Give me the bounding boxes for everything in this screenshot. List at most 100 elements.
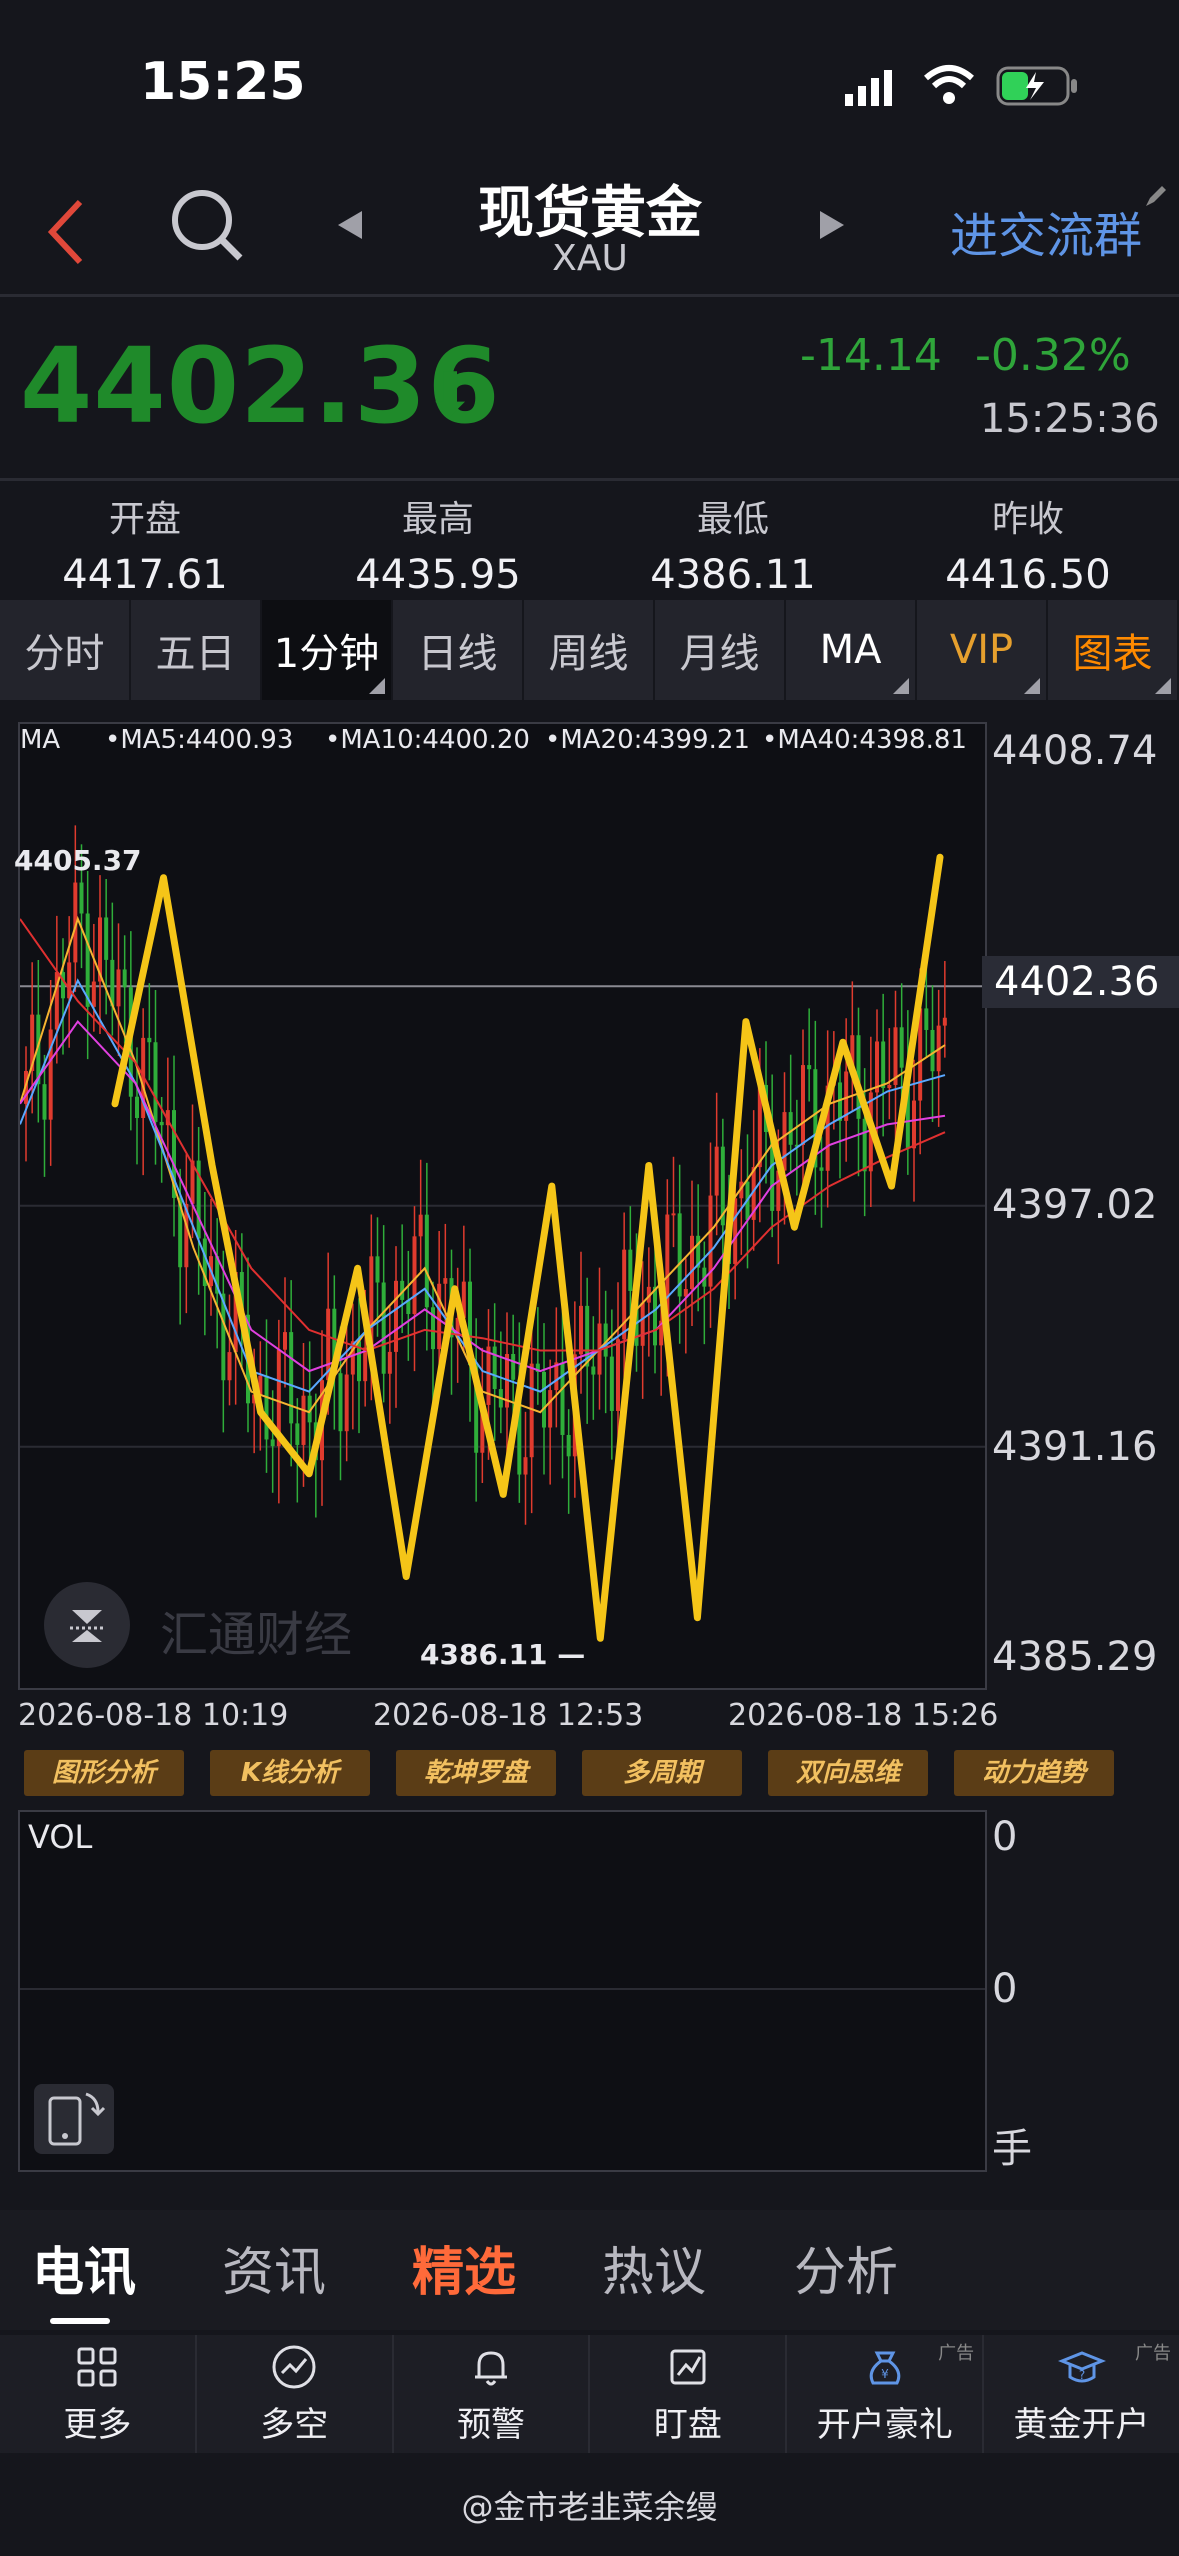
candle-body	[616, 1339, 620, 1411]
stat-high: 最高 4435.95	[303, 490, 573, 598]
chevron-left-icon	[47, 199, 83, 265]
tab-chart-menu[interactable]: 图表	[1048, 600, 1179, 700]
alert-button[interactable]: 预警	[394, 2335, 591, 2453]
candle-body	[61, 972, 65, 999]
tab-monthly[interactable]: 月线	[655, 600, 786, 700]
grid-icon	[77, 2347, 117, 2386]
candle-body	[628, 1249, 633, 1291]
tab-intraday[interactable]: 分时	[0, 600, 131, 700]
candle-body	[443, 1278, 448, 1284]
tab-vip[interactable]: VIP	[917, 600, 1048, 700]
tab-featured[interactable]: 精选	[412, 2230, 516, 2305]
candle-body	[289, 1332, 294, 1424]
stat-value: 4417.61	[62, 552, 228, 598]
candle-body	[135, 1096, 139, 1118]
candle-body	[375, 1256, 380, 1283]
chip-kline-analysis[interactable]: K线分析	[210, 1750, 370, 1796]
candle-body	[227, 1352, 232, 1381]
volume-panel	[18, 1810, 987, 2172]
candle-body	[782, 1112, 787, 1171]
candle-body	[819, 1167, 824, 1171]
tab-label: VIP	[949, 627, 1014, 673]
tab-five-day[interactable]: 五日	[131, 600, 262, 700]
y-tick: 4397.02	[992, 1182, 1158, 1228]
ad-badge: 广告	[938, 2343, 975, 2364]
svg-text:?: ?	[1078, 2368, 1084, 2382]
tab-telegraph[interactable]: 电讯	[32, 2230, 136, 2305]
candle-body	[838, 1082, 842, 1121]
price-chart[interactable]	[18, 722, 987, 1690]
chip-pattern-analysis[interactable]: 图形分析	[24, 1750, 184, 1796]
monitor-icon	[670, 2349, 706, 2384]
chip-multi-period[interactable]: 多周期	[582, 1750, 742, 1796]
volume-label: VOL	[28, 1818, 93, 1856]
candle-body	[671, 1213, 676, 1216]
candle-body	[899, 1027, 904, 1068]
dropdown-corner-icon	[893, 678, 909, 694]
candle-body	[801, 1065, 805, 1145]
join-group-button[interactable]: 进交流群	[950, 196, 1142, 266]
candle-body	[862, 1118, 867, 1172]
candle-body	[344, 1374, 349, 1432]
chip-momentum[interactable]: 动力趋势	[954, 1750, 1114, 1796]
toolbar-label: 黄金开户	[1013, 2404, 1150, 2445]
candle-body	[42, 1084, 47, 1120]
candle-body	[147, 1037, 152, 1043]
tab-1min[interactable]: 1分钟	[262, 600, 393, 700]
tab-ma[interactable]: MA	[786, 600, 917, 700]
tab-weekly[interactable]: 周线	[524, 600, 655, 700]
candle-body	[542, 1371, 546, 1428]
stat-value: 4435.95	[355, 552, 521, 598]
stat-low: 最低 4386.11	[598, 490, 868, 598]
ma-line-ma20	[19, 1020, 946, 1373]
candle-body	[159, 1121, 164, 1126]
symbol-code: XAU	[552, 238, 628, 279]
ma-legend-label: MA	[20, 725, 61, 755]
stat-label: 昨收	[991, 499, 1064, 540]
long-short-button[interactable]: 多空	[197, 2335, 394, 2453]
account-gift-button[interactable]: 广告 ¥ 开户豪礼	[787, 2335, 985, 2453]
status-time: 15:25	[140, 52, 306, 112]
search-button[interactable]	[162, 180, 252, 270]
trend-icon	[272, 2345, 316, 2388]
grid-line	[20, 1988, 985, 1990]
vol-tick: 0	[992, 1966, 1018, 2012]
candle-body	[381, 1282, 386, 1374]
tab-analysis[interactable]: 分析	[794, 2230, 898, 2305]
x-tick: 2026-08-18 10:19	[18, 1698, 289, 1733]
wifi-icon	[922, 64, 976, 110]
tab-daily[interactable]: 日线	[393, 600, 524, 700]
candle-body	[67, 962, 72, 999]
candle-body	[548, 1390, 553, 1428]
signal-icon	[845, 68, 897, 112]
candle-body	[942, 1017, 947, 1026]
more-button[interactable]: 更多	[0, 2335, 197, 2453]
tab-label: MA	[819, 627, 882, 673]
rotate-icon	[48, 2092, 106, 2146]
chip-two-way[interactable]: 双向思维	[768, 1750, 928, 1796]
candle-body	[116, 969, 121, 1007]
triangle-right-icon	[820, 211, 844, 239]
news-tab-bar	[0, 2210, 1179, 2330]
rotate-screen-button[interactable]	[34, 2084, 114, 2154]
ma20-legend: •MA20:4399.21	[545, 725, 750, 755]
bottom-toolbar: 更多 多空 预警 盯盘 广告 ¥ 开户豪礼 广告 ? 黄金开户	[0, 2335, 1179, 2453]
candle-body	[560, 1362, 565, 1435]
tab-discussion[interactable]: 热议	[602, 2230, 706, 2305]
prev-symbol-button[interactable]	[330, 205, 370, 245]
tab-news[interactable]: 资讯	[222, 2230, 326, 2305]
toolbar-label: 盯盘	[653, 2404, 722, 2445]
stat-label: 最低	[696, 499, 769, 540]
svg-text:¥: ¥	[881, 2367, 889, 2381]
period-tabs: 分时 五日 1分钟 日线 周线 月线 MA VIP 图表	[0, 600, 1179, 700]
toolbar-label: 预警	[457, 2404, 526, 2445]
price-change-percent: -0.32%	[975, 330, 1131, 381]
chip-compass[interactable]: 乾坤罗盘	[396, 1750, 556, 1796]
gold-account-button[interactable]: 广告 ? 黄金开户	[984, 2335, 1179, 2453]
back-button[interactable]	[36, 190, 96, 270]
stat-prev-close: 昨收 4416.50	[893, 490, 1163, 598]
watch-button[interactable]: 盯盘	[590, 2335, 788, 2453]
moneybag-icon: ¥	[869, 2351, 900, 2384]
candle-body	[807, 1065, 812, 1070]
next-symbol-button[interactable]	[812, 205, 852, 245]
